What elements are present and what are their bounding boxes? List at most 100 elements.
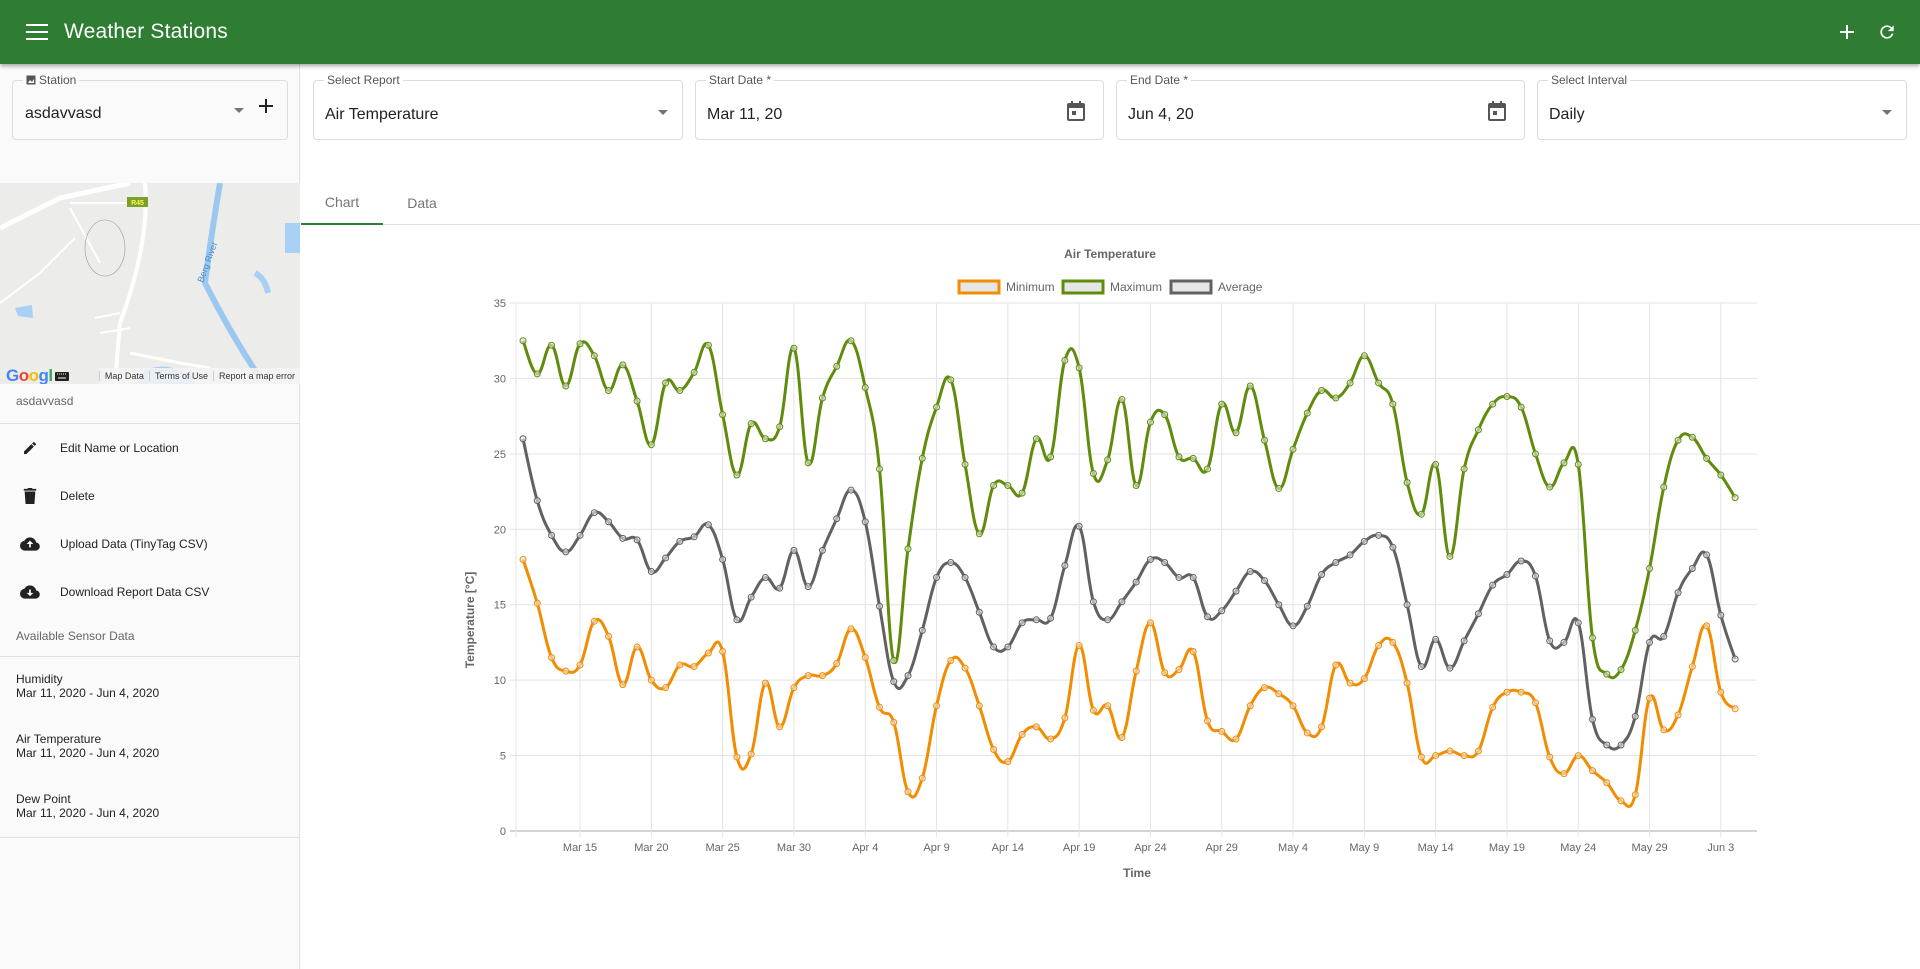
data-point: [876, 703, 883, 711]
data-point: [1717, 688, 1725, 696]
data-point: [1546, 637, 1554, 645]
legend-label: Maximum: [1110, 280, 1162, 294]
data-point: [519, 337, 527, 345]
data-point: [1389, 543, 1397, 551]
data-point: [975, 702, 983, 710]
data-point: [1061, 561, 1069, 569]
map-data-link[interactable]: Map Data: [98, 371, 149, 381]
sensor-name: Air Temperature: [16, 732, 102, 746]
data-point: [1688, 565, 1696, 573]
data-point: [1218, 607, 1226, 615]
data-point: [1660, 483, 1668, 491]
data-point: [533, 599, 541, 607]
data-point: [961, 664, 969, 672]
data-point: [1503, 571, 1511, 579]
data-point: [605, 518, 613, 526]
menu-icon[interactable]: [26, 24, 48, 40]
x-tick-label: May 14: [1418, 842, 1454, 854]
data-point: [990, 482, 998, 490]
x-axis-label: Time: [1123, 866, 1151, 880]
data-point: [704, 341, 712, 349]
chevron-down-icon[interactable]: [234, 108, 244, 113]
terms-link[interactable]: Terms of Use: [148, 371, 213, 381]
data-point: [662, 554, 670, 562]
data-point: [1318, 571, 1326, 579]
data-point: [1560, 770, 1568, 778]
data-point: [647, 568, 655, 576]
x-tick-label: Apr 19: [1063, 842, 1095, 854]
data-point: [633, 643, 641, 651]
data-point: [1118, 733, 1126, 741]
x-tick-label: Apr 14: [992, 842, 1024, 854]
data-point: [1474, 747, 1482, 755]
data-point: [1417, 753, 1425, 761]
cloud-download-icon: [20, 585, 40, 599]
data-point: [662, 684, 670, 692]
x-tick-label: May 4: [1278, 842, 1308, 854]
data-point: [1246, 382, 1254, 390]
data-point: [1417, 663, 1425, 671]
delete-item[interactable]: Delete: [0, 472, 300, 520]
data-point: [519, 555, 527, 563]
data-point: [1460, 752, 1468, 760]
edit-name-location-item[interactable]: Edit Name or Location: [0, 424, 300, 472]
report-error-link[interactable]: Report a map error: [212, 371, 300, 381]
trash-icon: [23, 488, 37, 504]
data-point: [719, 411, 727, 419]
data-point: [1731, 655, 1739, 663]
data-point: [1389, 638, 1397, 646]
refresh-button[interactable]: [1874, 19, 1900, 45]
download-csv-item[interactable]: Download Report Data CSV: [0, 568, 300, 616]
data-point: [1688, 433, 1696, 441]
sensor-item-dew-point[interactable]: Dew Point Mar 11, 2020 - Jun 4, 2020: [16, 792, 159, 820]
x-tick-label: May 29: [1632, 842, 1668, 854]
data-point: [1232, 587, 1240, 595]
data-point: [1346, 551, 1354, 559]
data-point: [1004, 758, 1012, 766]
add-station-button[interactable]: [1834, 19, 1860, 45]
data-point: [1246, 702, 1254, 710]
data-point: [918, 454, 926, 462]
y-tick-label: 30: [494, 373, 506, 385]
data-point: [1346, 379, 1354, 387]
data-point: [1660, 632, 1668, 640]
data-point: [1275, 601, 1283, 609]
y-tick-label: 20: [494, 524, 506, 536]
station-map[interactable]: R45 Berg River Googl Map Data Terms of U…: [0, 183, 300, 384]
series-maximum: [519, 337, 1739, 680]
data-point: [1175, 574, 1183, 582]
keyboard-icon[interactable]: [54, 371, 69, 381]
data-point: [1118, 396, 1126, 404]
data-point: [1503, 688, 1511, 696]
main-content: Select Report Air Temperature Start Date…: [301, 64, 1920, 969]
data-point: [790, 684, 798, 692]
data-point: [1332, 394, 1340, 402]
divider: [0, 837, 300, 838]
data-point: [1175, 666, 1183, 674]
data-point: [1489, 703, 1497, 711]
data-point: [1075, 641, 1083, 649]
data-point: [1717, 611, 1725, 619]
data-point: [804, 459, 812, 467]
data-point: [1203, 613, 1211, 621]
data-point: [1432, 752, 1440, 760]
x-tick-label: Mar 20: [634, 842, 668, 854]
station-select[interactable]: Station asdavvasd: [12, 73, 288, 140]
x-tick-label: Apr 24: [1134, 842, 1166, 854]
data-point: [1674, 589, 1682, 597]
data-point: [1161, 411, 1169, 419]
data-point: [833, 362, 841, 370]
data-point: [1132, 578, 1140, 586]
data-point: [975, 608, 983, 616]
data-point: [990, 746, 998, 754]
data-point: [1261, 577, 1269, 585]
sensor-item-humidity[interactable]: Humidity Mar 11, 2020 - Jun 4, 2020: [16, 672, 159, 700]
data-point: [933, 403, 941, 411]
data-point: [847, 486, 855, 494]
data-point: [1417, 510, 1425, 518]
data-point: [1589, 634, 1596, 642]
add-station-icon-button[interactable]: [258, 98, 274, 119]
upload-data-item[interactable]: Upload Data (TinyTag CSV): [0, 520, 300, 568]
sensor-item-air-temperature[interactable]: Air Temperature Mar 11, 2020 - Jun 4, 20…: [16, 732, 159, 760]
app-title: Weather Stations: [64, 20, 228, 43]
